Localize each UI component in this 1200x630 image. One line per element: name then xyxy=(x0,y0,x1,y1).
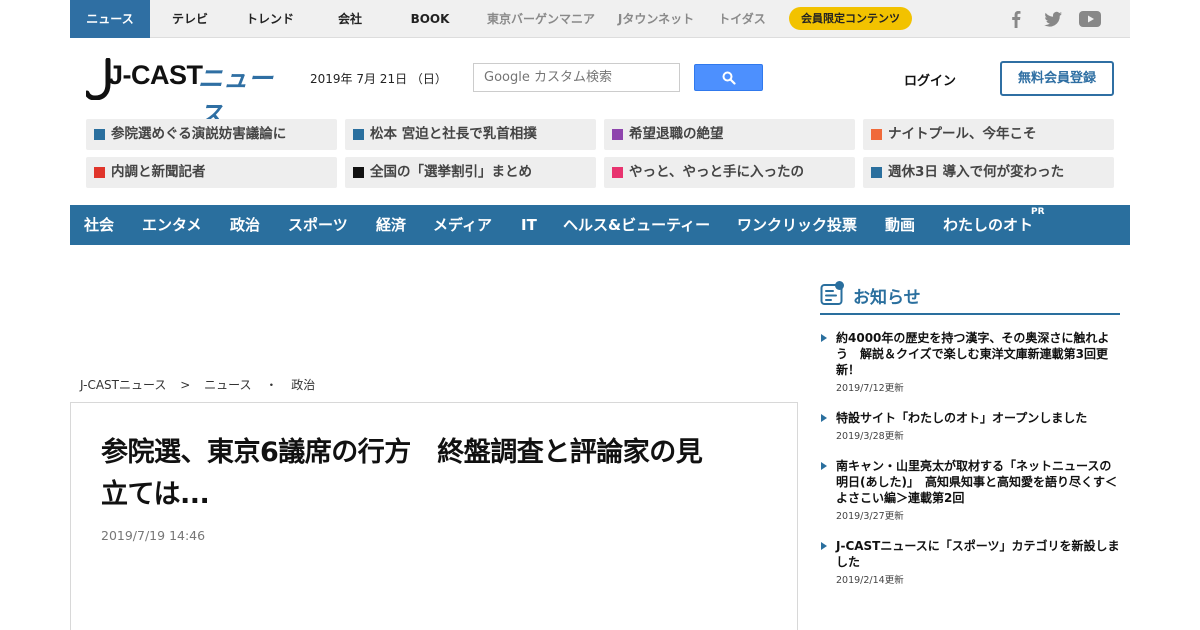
topic-color-marker xyxy=(871,129,882,140)
category-sports[interactable]: スポーツ xyxy=(288,205,348,245)
triangle-right-icon xyxy=(821,334,827,342)
pickup-topic[interactable]: やっと、やっと手に入ったの xyxy=(604,157,855,188)
pickup-topic[interactable]: 希望退職の絶望 xyxy=(604,119,855,150)
topnav-item-toidas[interactable]: トイダス xyxy=(710,0,774,38)
triangle-right-icon xyxy=(821,542,827,550)
category-video[interactable]: 動画 xyxy=(885,205,915,245)
topic-color-marker xyxy=(353,129,364,140)
topnav-item-news[interactable]: ニュース xyxy=(70,0,150,38)
article-title: 参院選、東京6議席の行方 終盤調査と評論家の見 立ては... xyxy=(101,437,703,510)
triangle-right-icon xyxy=(821,462,827,470)
topnav-item-company[interactable]: 会社 xyxy=(320,0,380,38)
site-logo[interactable]: J-CAST ニュース xyxy=(86,56,286,129)
category-society[interactable]: 社会 xyxy=(84,205,114,245)
topic-color-marker xyxy=(94,129,105,140)
pickup-topic[interactable]: 参院選めぐる演説妨害議論に xyxy=(86,119,337,150)
topnav-item-bargain[interactable]: 東京バーゲンマニア xyxy=(476,0,606,38)
current-date: 2019年 7月 21日 （日） xyxy=(310,72,447,86)
topic-color-marker xyxy=(353,167,364,178)
register-button[interactable]: 無料会員登録 xyxy=(1000,61,1114,96)
breadcrumb-home[interactable]: J-CASTニュース xyxy=(80,378,166,392)
breadcrumb-separator: ・ xyxy=(265,378,278,392)
notices-title: お知らせ xyxy=(853,288,921,308)
article-date: 2019/7/19 14:46 xyxy=(101,528,206,543)
category-economy[interactable]: 経済 xyxy=(376,205,406,245)
breadcrumb-separator: > xyxy=(180,378,191,392)
top-nav: ニュース テレビ トレンド 会社 BOOK 東京バーゲンマニア Jタウンネット … xyxy=(70,0,1130,38)
topic-color-marker xyxy=(612,167,623,178)
topnav-item-tv[interactable]: テレビ xyxy=(158,0,222,38)
breadcrumb-politics[interactable]: 政治 xyxy=(291,378,315,392)
facebook-icon[interactable] xyxy=(1005,9,1027,29)
pickup-topic[interactable]: 松本 宮迫と社長で乳首相撲 xyxy=(345,119,596,150)
notice-date: 2019/2/14更新 xyxy=(836,575,904,586)
search-icon xyxy=(722,71,736,85)
category-nav: 社会 エンタメ 政治 スポーツ 経済 メディア IT ヘルス&ビューティー ワン… xyxy=(70,205,1130,245)
topnav-item-jtown[interactable]: Jタウンネット xyxy=(608,0,704,38)
pr-label: PR xyxy=(1031,207,1045,217)
pickup-topic[interactable]: ナイトプール、今年こそ xyxy=(863,119,1114,150)
search-button[interactable] xyxy=(694,64,763,91)
category-health-beauty[interactable]: ヘルス&ビューティー xyxy=(563,205,710,245)
pickup-topic[interactable]: 週休3日 導入で何が変わった xyxy=(863,157,1114,188)
category-one-click-vote[interactable]: ワンクリック投票 xyxy=(737,205,857,245)
pickup-topic[interactable]: 全国の「選挙割引」まとめ xyxy=(345,157,596,188)
notice-date: 2019/3/27更新 xyxy=(836,511,904,522)
topic-color-marker xyxy=(94,167,105,178)
triangle-right-icon xyxy=(821,414,827,422)
category-entertainment[interactable]: エンタメ xyxy=(142,205,202,245)
notices-header: お知らせ xyxy=(820,279,1120,315)
breadcrumb: J-CASTニュース > ニュース ・ 政治 xyxy=(80,376,325,393)
breadcrumb-news[interactable]: ニュース xyxy=(204,378,251,392)
notice-item[interactable]: 南キャン・山里亮太が取材する「ネットニュースの 明日(あした)」 高知県知事と高… xyxy=(820,458,1120,522)
category-it[interactable]: IT xyxy=(521,205,537,245)
notice-date: 2019/7/12更新 xyxy=(836,383,904,394)
category-media[interactable]: メディア xyxy=(433,205,492,245)
category-politics[interactable]: 政治 xyxy=(230,205,260,245)
notice-item[interactable]: 約4000年の歴史を持つ漢字、その奥深さに触れよ う 解説＆クイズで楽しむ東洋文… xyxy=(820,330,1120,394)
topnav-item-book[interactable]: BOOK xyxy=(398,0,462,38)
topic-color-marker xyxy=(612,129,623,140)
members-only-badge[interactable]: 会員限定コンテンツ xyxy=(789,7,912,30)
category-watashi-no-oto[interactable]: わたしのオト xyxy=(943,205,1033,245)
topic-color-marker xyxy=(871,167,882,178)
search-input[interactable] xyxy=(473,63,680,92)
notice-item[interactable]: J-CASTニュースに「スポーツ」カテゴリを新設しま した 2019/2/14更… xyxy=(820,538,1120,586)
topnav-item-trend[interactable]: トレンド xyxy=(234,0,306,38)
login-link[interactable]: ログイン xyxy=(904,70,956,89)
pickup-topic[interactable]: 内調と新聞記者 xyxy=(86,157,337,188)
youtube-icon[interactable] xyxy=(1079,9,1101,29)
logo-text: J-CAST xyxy=(108,60,203,90)
twitter-icon[interactable] xyxy=(1042,9,1064,29)
notice-item[interactable]: 特設サイト「わたしのオト」オープンしました 2019/3/28更新 xyxy=(820,410,1120,442)
notice-icon xyxy=(820,281,844,305)
notice-date: 2019/3/28更新 xyxy=(836,431,904,442)
